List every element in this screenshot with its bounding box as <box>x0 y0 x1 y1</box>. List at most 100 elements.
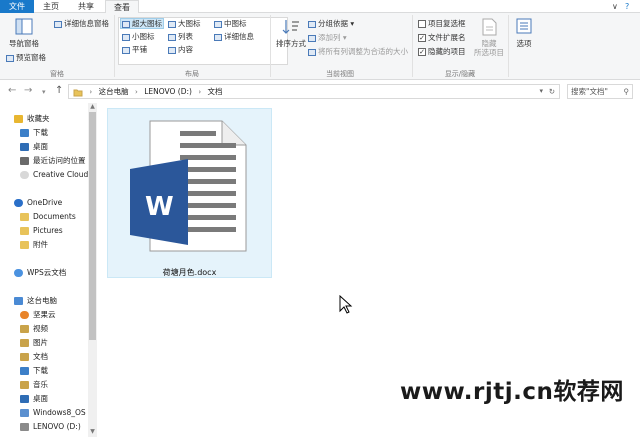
show-hide-group-label: 显示/隐藏 <box>444 70 476 78</box>
nutstore-icon <box>20 311 29 319</box>
address-bar[interactable]: › 这台电脑 › LENOVO (D:) › 文档 ▾ ↻ <box>68 84 560 99</box>
nav-item-label: Documents <box>33 212 76 221</box>
layout-medium-label: 中图标 <box>224 19 247 28</box>
nav-item-downloads-lib[interactable]: 下载 <box>20 364 48 378</box>
options-button[interactable]: 选项 <box>511 17 537 48</box>
layout-details[interactable]: 详细信息 <box>214 32 254 42</box>
search-input[interactable]: 搜索"文档" ⚲ <box>567 84 633 99</box>
layout-extra-large-icons[interactable]: 超大图标 <box>122 19 162 29</box>
hidden-items-label: 隐藏的项目 <box>428 47 466 56</box>
ribbon: 导航窗格 预览窗格 详细信息窗格 窗格 超大图标 大图标 中图标 小图标 列表 … <box>0 13 640 80</box>
breadcrumb-separator-icon: › <box>89 88 93 96</box>
nav-item-label: 最近访问的位置 <box>33 156 86 165</box>
layout-tiles-label: 平铺 <box>132 45 147 54</box>
nav-item-pictures-lib[interactable]: 图片 <box>20 336 48 350</box>
hide-selected-button[interactable]: 隐藏 所选项目 <box>472 17 506 57</box>
forward-arrow-icon[interactable]: → <box>24 85 32 96</box>
tab-view[interactable]: 查看 <box>105 0 139 14</box>
nav-item-nutstore[interactable]: 坚果云 <box>20 308 56 322</box>
hidden-items-toggle[interactable]: ✓ 隐藏的项目 <box>418 47 466 57</box>
breadcrumb-documents[interactable]: 文档 <box>208 85 223 98</box>
search-icon[interactable]: ⚲ <box>624 85 630 98</box>
item-checkboxes-toggle[interactable]: 项目复选框 <box>418 19 466 29</box>
scroll-thumb[interactable] <box>89 112 96 340</box>
breadcrumb-this-pc[interactable]: 这台电脑 <box>99 85 129 98</box>
item-checkboxes-checkbox[interactable] <box>418 20 426 28</box>
hide-selected-icon <box>482 18 497 36</box>
layout-tiles[interactable]: 平铺 <box>122 45 147 55</box>
layout-group-label: 布局 <box>185 70 199 78</box>
layout-medium-icons[interactable]: 中图标 <box>214 19 247 29</box>
layout-large-label: 大图标 <box>178 19 201 28</box>
nav-item-desktop[interactable]: 桌面 <box>20 140 48 154</box>
nav-item-attachments[interactable]: 附件 <box>20 238 48 252</box>
nav-item-label: Pictures <box>33 226 63 235</box>
nav-item-videos[interactable]: 视频 <box>20 322 48 336</box>
breadcrumb-drive-d[interactable]: LENOVO (D:) <box>144 85 192 98</box>
nav-pane-icon <box>15 18 33 35</box>
add-columns-icon <box>308 34 316 42</box>
layout-list[interactable]: 列表 <box>168 32 193 42</box>
music-icon <box>20 381 29 389</box>
layout-list-label: 列表 <box>178 32 193 41</box>
group-divider <box>270 15 271 77</box>
nav-item-drive-d[interactable]: LENOVO (D:) <box>20 420 81 434</box>
nav-pane-button[interactable]: 导航窗格 <box>4 17 44 48</box>
nav-item-creative-cloud[interactable]: Creative Cloud <box>20 168 88 182</box>
nav-item-label: Creative Cloud <box>33 170 89 179</box>
scroll-down-icon[interactable]: ▼ <box>88 428 97 437</box>
details-icon <box>214 33 222 41</box>
address-dropdown-icon[interactable]: ▾ <box>539 85 543 98</box>
content-icon <box>168 46 176 54</box>
file-extensions-checkbox[interactable]: ✓ <box>418 34 426 42</box>
add-columns-button[interactable]: 添加列 ▾ <box>308 33 347 43</box>
nav-item-wps-cloud[interactable]: WPS云文档 <box>14 266 66 280</box>
desktop-icon <box>20 143 29 151</box>
nav-item-pictures[interactable]: Pictures <box>20 224 63 238</box>
size-columns-label: 将所有列调整为合适的大小 <box>318 47 408 56</box>
hidden-items-checkbox[interactable]: ✓ <box>418 48 426 56</box>
mouse-cursor-icon <box>339 295 353 314</box>
collapse-ribbon-icon[interactable]: ∨ <box>612 0 618 13</box>
recent-dropdown-icon[interactable]: ▾ <box>42 88 46 96</box>
nav-item-label: 桌面 <box>33 394 48 403</box>
nav-item-onedrive[interactable]: OneDrive <box>14 196 62 210</box>
computer-icon <box>14 297 23 305</box>
size-columns-button[interactable]: 将所有列调整为合适的大小 <box>308 47 408 57</box>
nav-item-recent[interactable]: 最近访问的位置 <box>20 154 86 168</box>
preview-pane-button[interactable]: 预览窗格 <box>6 53 46 63</box>
up-arrow-icon[interactable]: ↑ <box>55 85 63 96</box>
layout-large-icons[interactable]: 大图标 <box>168 19 201 29</box>
file-extensions-toggle[interactable]: ✓ 文件扩展名 <box>418 33 466 43</box>
sort-by-button[interactable]: 排序方式 <box>274 17 308 48</box>
svg-text:W: W <box>145 192 174 222</box>
nav-item-favorites[interactable]: 收藏夹 <box>14 112 50 126</box>
help-icon[interactable]: ? <box>625 0 629 13</box>
layout-extra-large-label: 超大图标 <box>132 19 162 28</box>
nav-item-label: OneDrive <box>27 198 63 207</box>
details-pane-button[interactable]: 详细信息窗格 <box>54 19 109 29</box>
file-item[interactable]: W <box>107 108 272 278</box>
layout-details-label: 详细信息 <box>224 32 254 41</box>
group-divider <box>508 15 509 77</box>
nav-item-documents-lib[interactable]: 文档 <box>20 350 48 364</box>
nav-item-label: 收藏夹 <box>27 114 50 123</box>
scroll-up-icon[interactable]: ▲ <box>88 103 97 112</box>
tab-share[interactable]: 共享 <box>70 0 102 13</box>
nav-item-music[interactable]: 音乐 <box>20 378 48 392</box>
layout-content[interactable]: 内容 <box>168 45 193 55</box>
tab-home[interactable]: 主页 <box>36 0 66 13</box>
nav-item-downloads[interactable]: 下载 <box>20 126 48 140</box>
nav-item-windows-os[interactable]: Windows8_OS <box>20 406 86 420</box>
nav-item-documents[interactable]: Documents <box>20 210 76 224</box>
refresh-icon[interactable]: ↻ <box>549 85 555 98</box>
group-by-button[interactable]: 分组依据 ▾ <box>308 19 354 29</box>
wps-cloud-icon <box>14 269 23 277</box>
item-checkboxes-label: 项目复选框 <box>428 19 466 28</box>
tab-file[interactable]: 文件 <box>0 0 34 13</box>
layout-small-icons[interactable]: 小图标 <box>122 32 155 42</box>
current-view-group-label: 当前视图 <box>326 70 354 78</box>
nav-item-this-pc[interactable]: 这台电脑 <box>14 294 57 308</box>
back-arrow-icon[interactable]: ← <box>8 85 16 96</box>
nav-item-desktop-lib[interactable]: 桌面 <box>20 392 48 406</box>
